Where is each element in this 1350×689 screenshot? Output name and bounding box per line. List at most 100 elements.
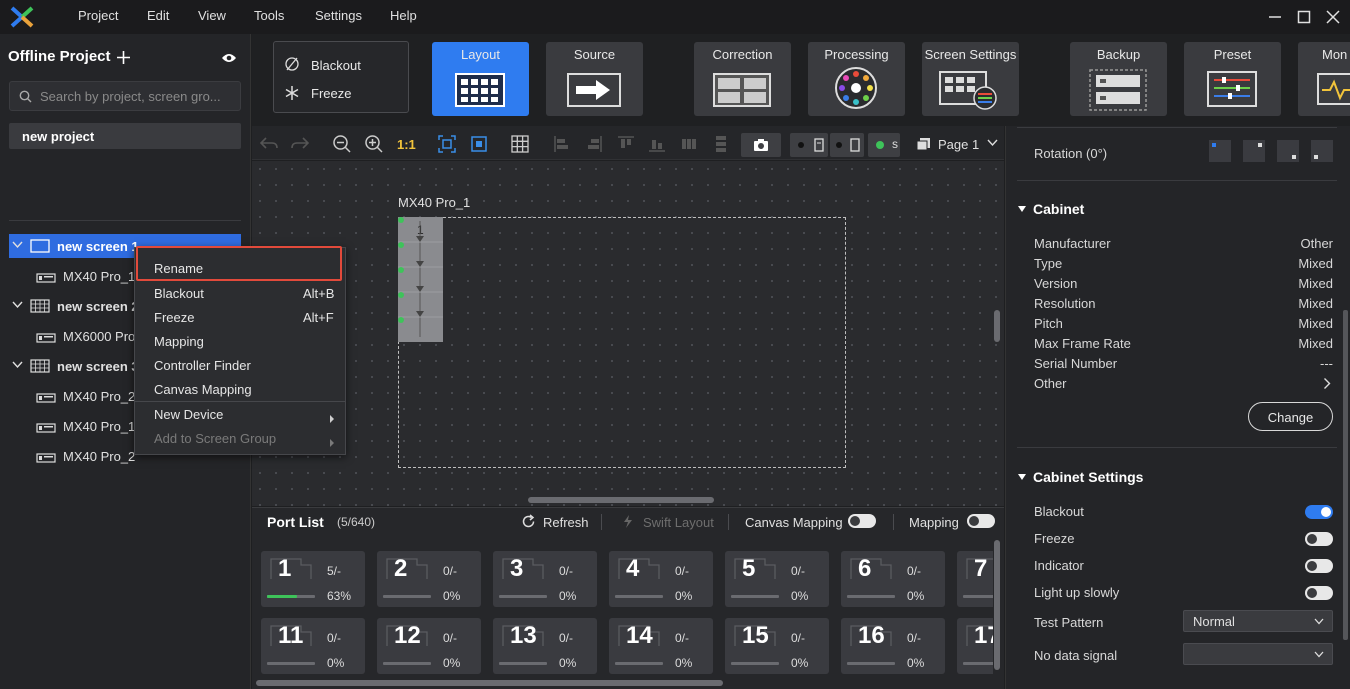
refresh-button[interactable]: Refresh bbox=[543, 515, 589, 530]
cabinet-block[interactable]: 1 bbox=[398, 217, 443, 342]
port-card[interactable]: 15 0/- 0% bbox=[725, 618, 829, 674]
grid-icon[interactable] bbox=[510, 134, 530, 154]
screen-settings-button[interactable]: Screen Settings bbox=[922, 42, 1019, 116]
search-input[interactable] bbox=[40, 82, 236, 110]
align-bottom-icon[interactable] bbox=[647, 134, 667, 154]
distribute-vertical-icon[interactable] bbox=[711, 134, 731, 154]
project-item[interactable]: new project bbox=[9, 123, 241, 149]
port-card[interactable]: 4 0/- 0% bbox=[609, 551, 713, 607]
canvas-horizontal-scrollbar[interactable] bbox=[528, 497, 714, 503]
freeze-button[interactable]: Freeze bbox=[311, 86, 351, 101]
collapse-icon[interactable] bbox=[1017, 205, 1027, 213]
port-card[interactable]: 3 0/- 0% bbox=[493, 551, 597, 607]
blackout-button[interactable]: Blackout bbox=[311, 58, 361, 73]
menu-settings[interactable]: Settings bbox=[315, 8, 362, 23]
processing-button[interactable]: Processing bbox=[808, 42, 905, 116]
context-menu-item[interactable]: Mapping bbox=[154, 334, 204, 349]
refresh-icon[interactable] bbox=[521, 514, 536, 529]
minimize-icon[interactable] bbox=[1268, 10, 1282, 24]
port-number: 16 bbox=[858, 622, 885, 649]
setting-toggle[interactable] bbox=[1305, 559, 1333, 573]
port-card[interactable]: 16 0/- 0% bbox=[841, 618, 945, 674]
maximize-icon[interactable] bbox=[1297, 10, 1311, 24]
menu-edit[interactable]: Edit bbox=[147, 8, 169, 23]
zoom-1-1-button[interactable]: 1:1 bbox=[397, 137, 416, 152]
chevron-right-icon[interactable] bbox=[1323, 377, 1331, 390]
context-menu-item[interactable]: New Device bbox=[154, 407, 223, 422]
monitor-icon bbox=[1317, 73, 1350, 105]
port-card[interactable]: 13 0/- 0% bbox=[493, 618, 597, 674]
chevron-down-icon[interactable] bbox=[987, 139, 998, 147]
port-card[interactable]: 6 0/- 0% bbox=[841, 551, 945, 607]
page-selector[interactable]: Page 1 bbox=[938, 137, 979, 152]
menu-project[interactable]: Project bbox=[78, 8, 118, 23]
port-cabinet-count: 0/- bbox=[791, 564, 806, 578]
canvas-vertical-scrollbar[interactable] bbox=[994, 310, 1000, 342]
layout-button[interactable]: Layout bbox=[432, 42, 529, 116]
source-button[interactable]: Source bbox=[546, 42, 643, 116]
distribute-horizontal-icon[interactable] bbox=[679, 134, 699, 154]
close-icon[interactable] bbox=[1326, 10, 1340, 24]
setting-toggle[interactable] bbox=[1305, 505, 1333, 519]
context-menu-item[interactable]: Controller Finder bbox=[154, 358, 251, 373]
toggle-view-a[interactable] bbox=[790, 133, 828, 157]
fit-screen-icon[interactable] bbox=[437, 134, 457, 154]
port-vertical-scrollbar[interactable] bbox=[994, 540, 1000, 670]
preset-button[interactable]: Preset bbox=[1184, 42, 1281, 116]
screenshot-button[interactable] bbox=[741, 133, 781, 157]
eye-icon[interactable] bbox=[221, 52, 237, 64]
add-icon[interactable] bbox=[116, 50, 131, 65]
port-card[interactable]: 12 0/- 0% bbox=[377, 618, 481, 674]
chevron-down-icon[interactable] bbox=[12, 238, 23, 253]
canvas-mapping-toggle[interactable] bbox=[848, 514, 876, 528]
correction-button[interactable]: Correction bbox=[694, 42, 791, 116]
context-menu-item[interactable]: Freeze bbox=[154, 310, 194, 325]
menu-view[interactable]: View bbox=[198, 8, 226, 23]
port-card[interactable]: 17 bbox=[957, 618, 993, 674]
port-card[interactable]: 2 0/- 0% bbox=[377, 551, 481, 607]
swift-layout-button[interactable]: Swift Layout bbox=[643, 515, 714, 530]
chevron-down-icon[interactable] bbox=[12, 298, 23, 313]
fit-content-icon[interactable] bbox=[469, 134, 489, 154]
chevron-down-icon[interactable] bbox=[12, 358, 23, 373]
port-card[interactable]: 11 0/- 0% bbox=[261, 618, 365, 674]
collapse-icon[interactable] bbox=[1017, 473, 1027, 481]
search-box[interactable] bbox=[9, 81, 241, 111]
port-card[interactable]: 1 5/- 63% bbox=[261, 551, 365, 607]
menu-help[interactable]: Help bbox=[390, 8, 417, 23]
backup-button[interactable]: Backup bbox=[1070, 42, 1167, 116]
screen-area[interactable] bbox=[398, 217, 846, 468]
toggle-view-c[interactable]: s bbox=[868, 133, 900, 157]
menu-tools[interactable]: Tools bbox=[254, 8, 284, 23]
context-menu-item[interactable]: Add to Screen Group bbox=[154, 431, 276, 446]
rotation-option-bottom-right[interactable] bbox=[1277, 140, 1299, 162]
port-card[interactable]: 14 0/- 0% bbox=[609, 618, 713, 674]
port-card[interactable]: 5 0/- 0% bbox=[725, 551, 829, 607]
zoom-out-icon[interactable] bbox=[332, 134, 352, 154]
port-card[interactable]: 7 bbox=[957, 551, 993, 607]
setting-toggle[interactable] bbox=[1305, 586, 1333, 600]
rotation-option-top-right[interactable] bbox=[1243, 140, 1265, 162]
no-data-signal-select[interactable] bbox=[1183, 643, 1333, 665]
redo-icon[interactable] bbox=[290, 134, 310, 152]
setting-toggle[interactable] bbox=[1305, 532, 1333, 546]
align-top-icon[interactable] bbox=[616, 134, 636, 154]
zoom-in-icon[interactable] bbox=[364, 134, 384, 154]
align-right-icon[interactable] bbox=[584, 134, 604, 154]
rotation-option-bottom-left[interactable] bbox=[1311, 140, 1333, 162]
rotation-option-top-left[interactable] bbox=[1209, 140, 1231, 162]
port-horizontal-scrollbar[interactable] bbox=[256, 680, 723, 686]
properties-scrollbar[interactable] bbox=[1343, 310, 1348, 640]
blackout-icon[interactable] bbox=[284, 56, 300, 72]
monitor-button[interactable]: Mon bbox=[1298, 42, 1350, 116]
change-button[interactable]: Change bbox=[1248, 402, 1333, 431]
snowflake-icon[interactable] bbox=[284, 85, 300, 101]
test-pattern-select[interactable]: Normal bbox=[1183, 610, 1333, 632]
overflow-indicator: s bbox=[892, 137, 898, 151]
undo-icon[interactable] bbox=[259, 134, 279, 152]
align-left-icon[interactable] bbox=[552, 134, 572, 154]
toggle-view-b[interactable] bbox=[830, 133, 864, 157]
context-menu-item[interactable]: Canvas Mapping bbox=[154, 382, 252, 397]
context-menu-item[interactable]: Blackout bbox=[154, 286, 204, 301]
mapping-toggle[interactable] bbox=[967, 514, 995, 528]
